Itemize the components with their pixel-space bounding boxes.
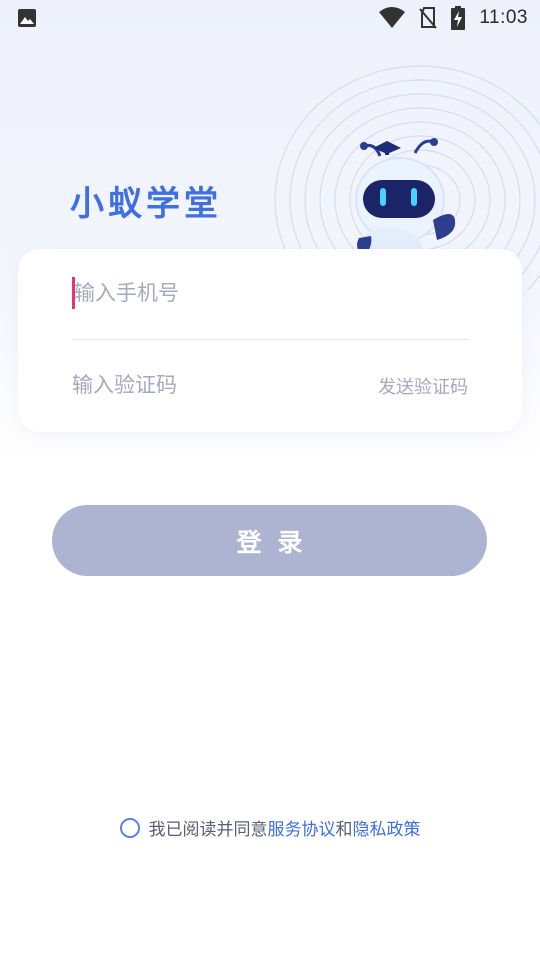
image-icon xyxy=(18,9,36,27)
terms-of-service-link[interactable]: 服务协议 xyxy=(268,815,336,840)
privacy-policy-link[interactable]: 隐私政策 xyxy=(353,815,421,840)
code-row: 发送验证码 xyxy=(72,349,468,421)
agreement-prefix: 我已阅读并同意 xyxy=(148,820,268,840)
text-cursor xyxy=(72,277,75,309)
verification-code-input[interactable] xyxy=(72,367,332,403)
login-button[interactable]: 登录 xyxy=(52,505,487,576)
battery-charging-icon xyxy=(451,6,466,30)
phone-row xyxy=(72,249,470,340)
status-icons: 11:03 xyxy=(379,0,528,36)
no-sim-icon xyxy=(419,7,438,29)
status-time: 11:03 xyxy=(479,7,528,28)
agreement-and: 和 xyxy=(335,820,353,840)
agreement-checkbox[interactable] xyxy=(119,817,140,838)
phone-input[interactable] xyxy=(72,275,470,311)
agreement-row: 我已阅读并同意 服务协议 和 隐私政策 xyxy=(0,815,540,840)
send-code-button[interactable]: 发送验证码 xyxy=(378,373,468,399)
status-bar: 11:03 xyxy=(0,0,540,36)
robot-mascot-icon xyxy=(355,138,456,264)
wifi-icon xyxy=(379,7,406,28)
app-title: 小蚁学堂 xyxy=(70,184,222,224)
login-form-card: 发送验证码 xyxy=(18,249,522,432)
